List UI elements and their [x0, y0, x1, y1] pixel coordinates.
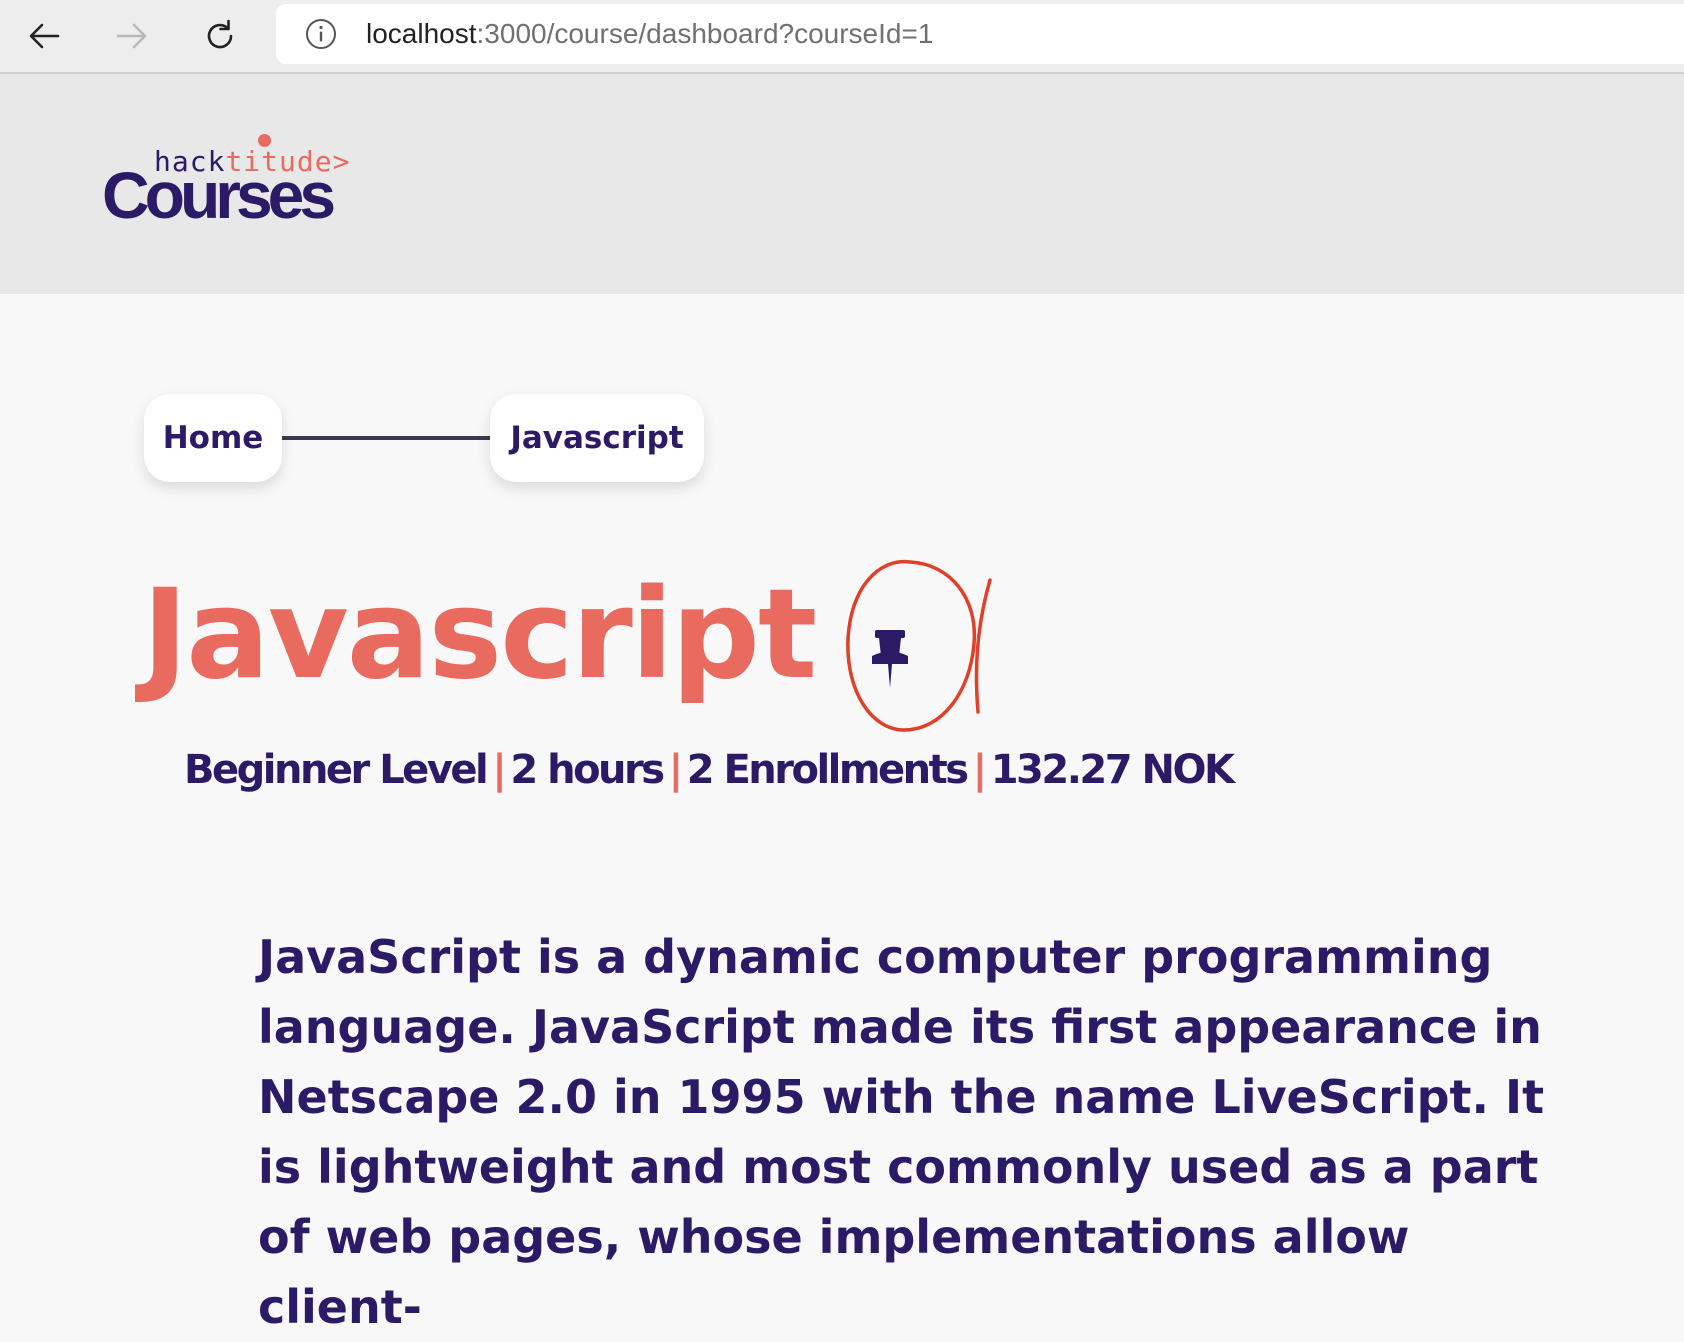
pushpin-icon [872, 630, 908, 688]
info-icon[interactable] [304, 17, 338, 51]
forward-button[interactable] [108, 12, 156, 60]
arrow-right-icon [116, 23, 147, 49]
meta-separator: | [668, 747, 684, 793]
course-level: Beginner Level [184, 747, 489, 793]
site-header: hacktitude> Courses [0, 74, 1684, 294]
arrow-left-icon [29, 23, 60, 49]
annotation-circle [846, 559, 977, 732]
url-text: localhost:3000/course/dashboard?courseId… [366, 18, 933, 50]
url-path: :3000/course/dashboard?courseId=1 [476, 18, 934, 49]
address-bar[interactable]: localhost:3000/course/dashboard?courseId… [276, 4, 1684, 64]
course-price: 132.27 NOK [990, 747, 1235, 793]
url-host: localhost [366, 18, 477, 49]
breadcrumb-home[interactable]: Home [144, 394, 282, 482]
course-meta: Beginner Level | 2 hours | 2 Enrollments | 132… [184, 742, 1235, 798]
logo-dot [258, 134, 271, 147]
back-button[interactable] [20, 12, 68, 60]
annotation-slash [974, 578, 992, 714]
course-duration: 2 hours [510, 747, 665, 793]
reload-icon [207, 19, 233, 49]
meta-separator: | [972, 747, 988, 793]
course-description: JavaScript is a dynamic computer program… [258, 930, 1545, 1334]
breadcrumb: Home Javascript [144, 394, 704, 482]
page-title: Javascript [142, 563, 817, 707]
breadcrumb-current[interactable]: Javascript [490, 394, 704, 482]
pin-button[interactable] [842, 552, 1002, 738]
breadcrumb-connector [280, 436, 494, 440]
course-enrollments: 2 Enrollments [686, 747, 969, 793]
logo-wordmark: Courses [102, 158, 336, 232]
reload-button[interactable] [196, 12, 244, 60]
meta-separator: | [492, 747, 507, 793]
logo[interactable]: hacktitude> Courses [102, 146, 382, 231]
browser-toolbar: localhost:3000/course/dashboard?courseId… [0, 0, 1684, 74]
